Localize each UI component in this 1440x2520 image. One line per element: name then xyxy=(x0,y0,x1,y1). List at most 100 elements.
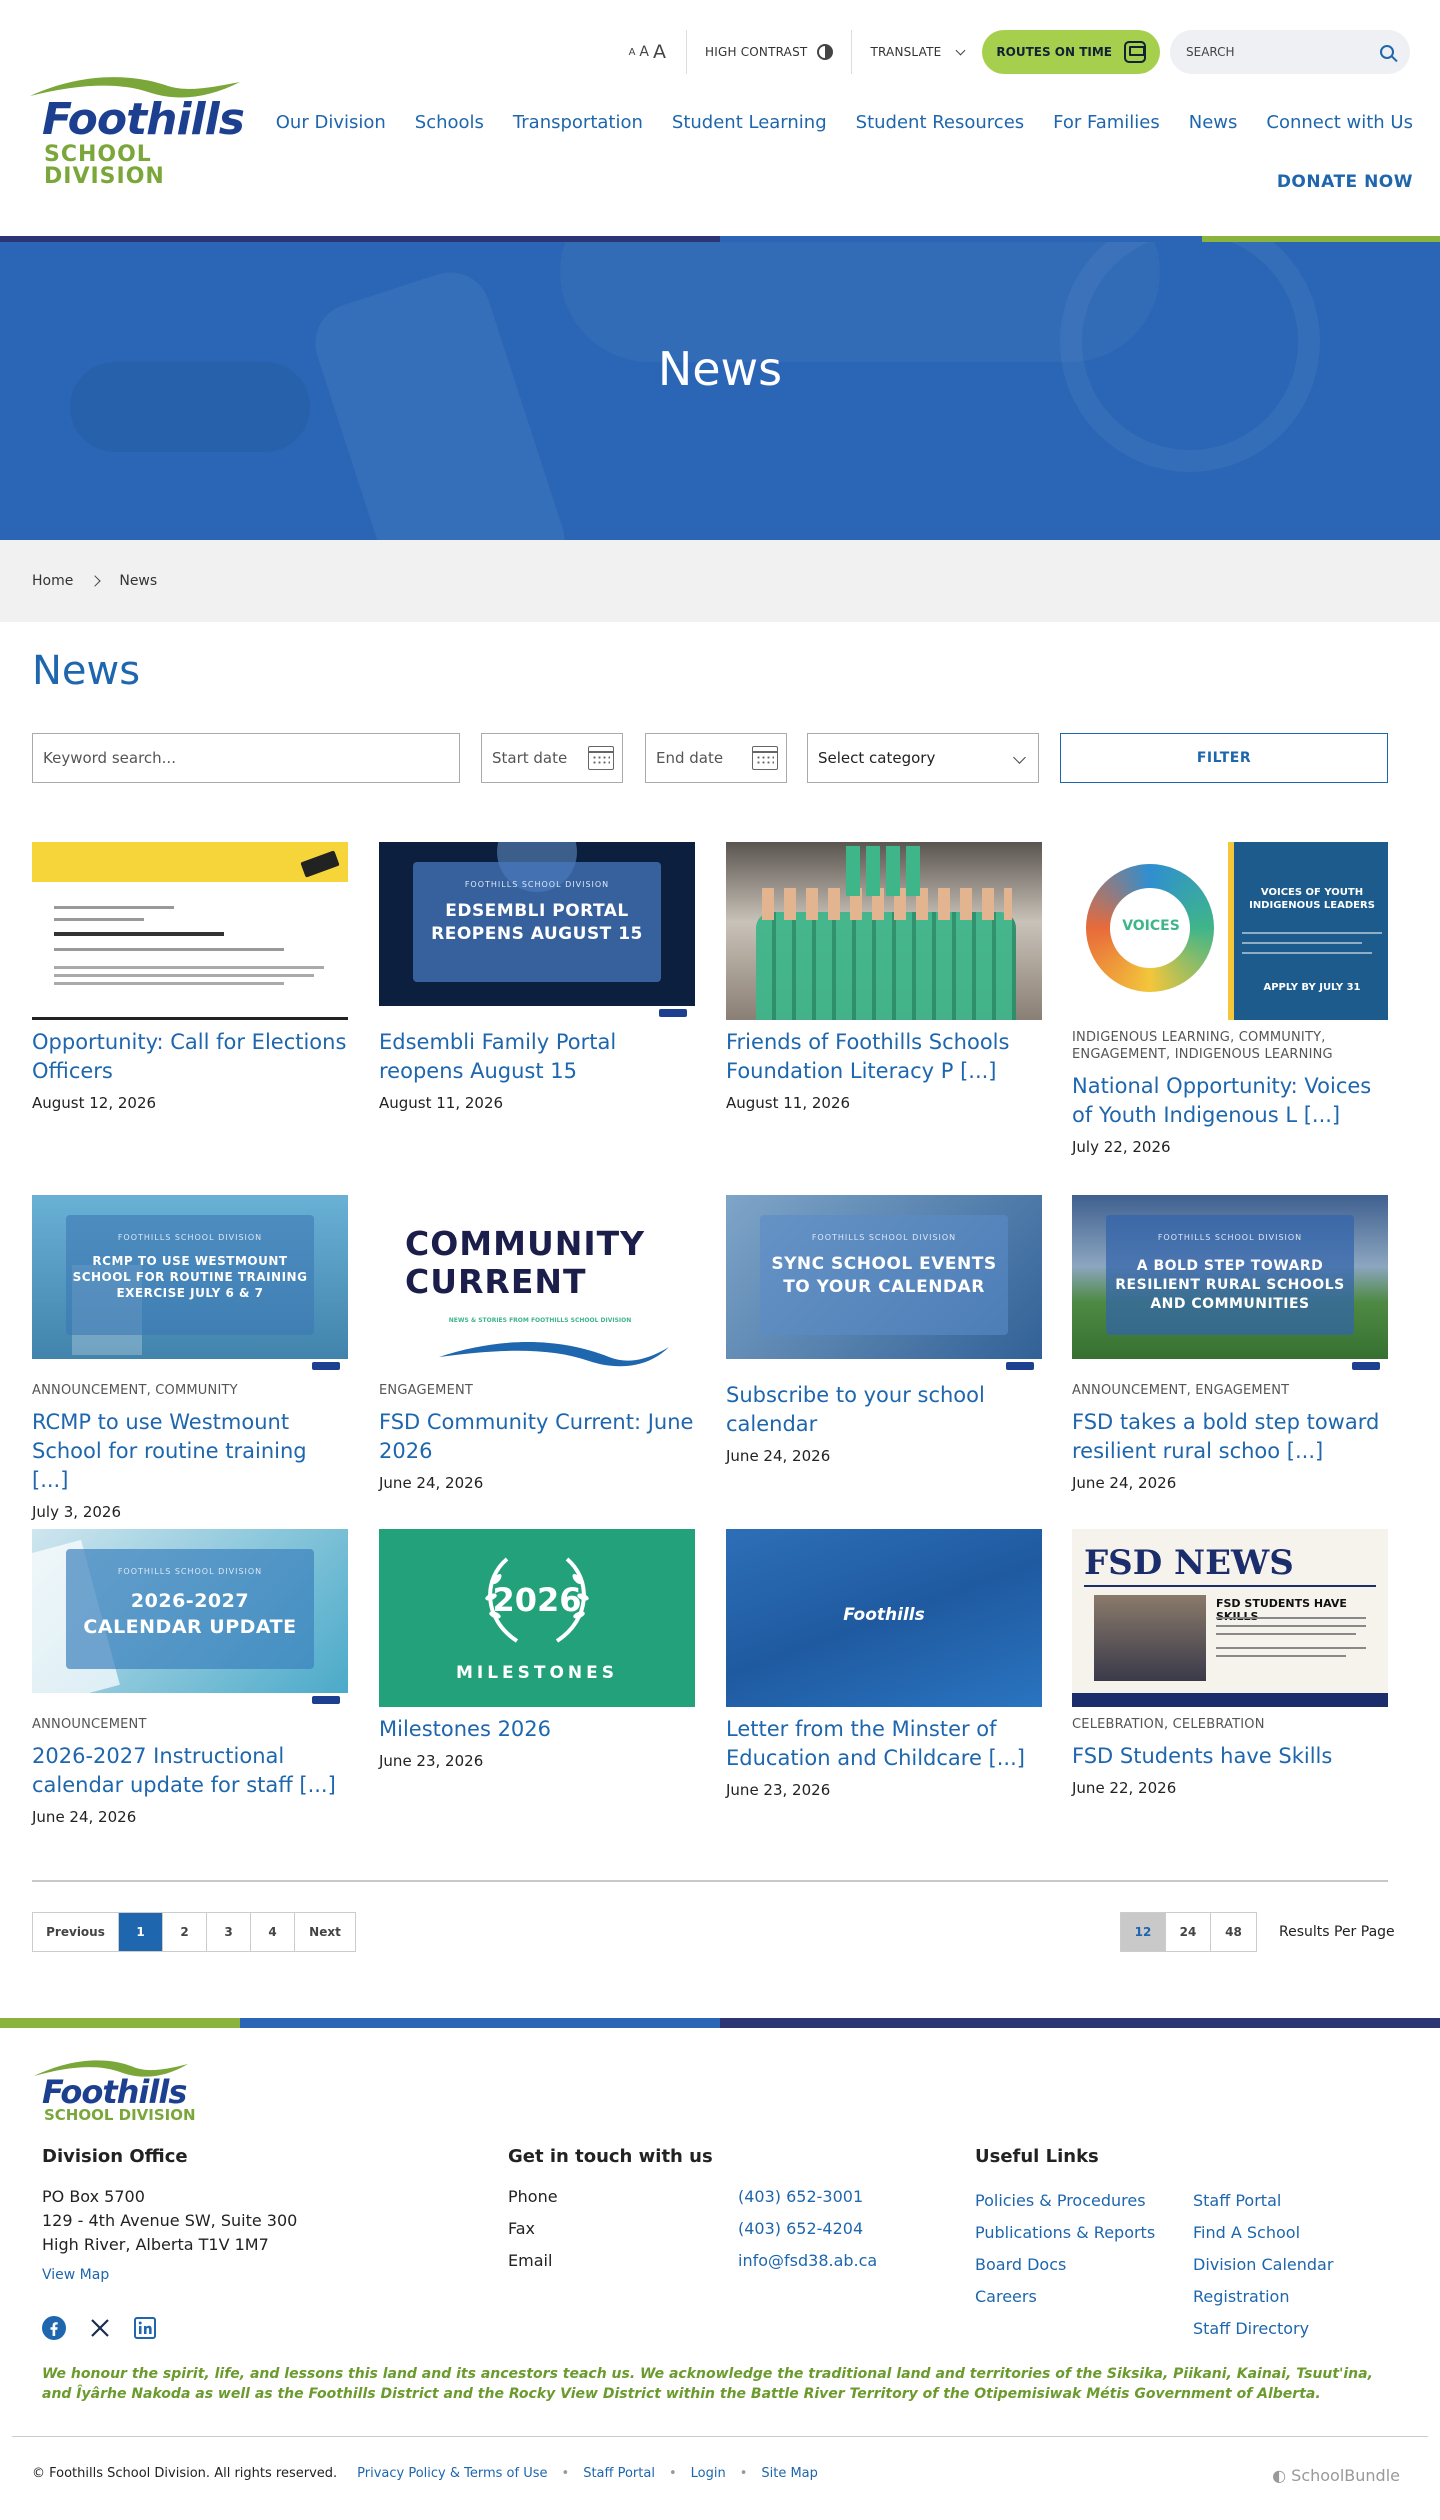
schoolbundle-brand[interactable]: ◐ SchoolBundle xyxy=(1272,2466,1400,2485)
news-thumbnail[interactable]: FOOTHILLS SCHOOL DIVISION 2026-2027 CALE… xyxy=(32,1529,348,1707)
news-title[interactable]: FSD takes a bold step toward resilient r… xyxy=(1072,1408,1388,1466)
news-title[interactable]: Subscribe to your school calendar xyxy=(726,1381,1042,1439)
news-title[interactable]: Opportunity: Call for Elections Officers xyxy=(32,1028,348,1086)
per-page-option[interactable]: 48 xyxy=(1211,1913,1256,1951)
phone-link[interactable]: (403) 652-3001 xyxy=(738,2185,863,2209)
news-photo[interactable] xyxy=(726,842,1042,1020)
login-link[interactable]: Login xyxy=(691,2466,726,2481)
font-large-button[interactable]: A xyxy=(653,41,666,63)
chevron-right-icon xyxy=(89,575,102,587)
end-date-input[interactable]: End date xyxy=(645,733,787,783)
view-map-link[interactable]: View Map xyxy=(42,2263,297,2287)
news-title[interactable]: 2026-2027 Instructional calendar update … xyxy=(32,1742,348,1800)
news-card[interactable]: FOOTHILLS SCHOOL DIVISION A BOLD STEP TO… xyxy=(1072,1195,1388,1492)
news-thumbnail[interactable]: FSD NEWS FSD STUDENTS HAVE SKILLS xyxy=(1072,1529,1388,1707)
news-title[interactable]: Edsembli Family Portal reopens August 15 xyxy=(379,1028,695,1086)
news-thumbnail[interactable]: FOOTHILLS SCHOOL DIVISION A BOLD STEP TO… xyxy=(1072,1195,1388,1373)
news-title[interactable]: FSD Students have Skills xyxy=(1072,1742,1388,1771)
nav-our-division[interactable]: Our Division xyxy=(276,112,386,133)
news-card[interactable]: Friends of Foothills Schools Foundation … xyxy=(726,842,1042,1112)
news-title[interactable]: National Opportunity: Voices of Youth In… xyxy=(1072,1072,1388,1130)
keyword-placeholder: Keyword search... xyxy=(43,749,176,767)
news-thumbnail[interactable]: FOOTHILLS SCHOOL DIVISION RCMP TO USE WE… xyxy=(32,1195,348,1373)
site-map-link[interactable]: Site Map xyxy=(761,2466,818,2481)
keyword-search-input[interactable]: Keyword search... xyxy=(32,733,460,783)
facebook-icon[interactable] xyxy=(42,2316,66,2344)
news-thumbnail[interactable] xyxy=(32,842,348,1020)
news-title[interactable]: RCMP to use Westmount School for routine… xyxy=(32,1408,348,1495)
privacy-policy-link[interactable]: Privacy Policy & Terms of Use xyxy=(357,2466,547,2481)
footer-link-policies[interactable]: Policies & Procedures xyxy=(975,2185,1193,2217)
thumb-headline: RCMP TO USE WESTMOUNT SCHOOL FOR ROUTINE… xyxy=(72,1254,308,1301)
nav-news[interactable]: News xyxy=(1189,112,1238,133)
per-page-option[interactable]: 12 xyxy=(1121,1913,1166,1951)
nav-transportation[interactable]: Transportation xyxy=(513,112,643,133)
news-card[interactable]: 2026 MILESTONES Milestones 2026 June 23,… xyxy=(379,1529,695,1770)
font-small-button[interactable]: A xyxy=(629,47,636,58)
nav-student-resources[interactable]: Student Resources xyxy=(856,112,1025,133)
news-thumbnail[interactable]: FOOTHILLS SCHOOL DIVISION SYNC SCHOOL EV… xyxy=(726,1195,1042,1373)
footer-link-careers[interactable]: Careers xyxy=(975,2281,1193,2313)
x-twitter-icon[interactable] xyxy=(90,2318,110,2342)
filter-button[interactable]: FILTER xyxy=(1060,733,1388,783)
next-page-button[interactable]: Next xyxy=(295,1913,355,1951)
nav-connect[interactable]: Connect with Us xyxy=(1266,112,1413,133)
high-contrast-toggle[interactable]: HIGH CONTRAST xyxy=(687,30,853,74)
news-card[interactable]: VOICES VOICES OF YOUTH INDIGENOUS LEADER… xyxy=(1072,842,1388,1156)
previous-page-button[interactable]: Previous xyxy=(33,1913,119,1951)
fax-link[interactable]: (403) 652-4204 xyxy=(738,2217,863,2241)
translate-dropdown[interactable]: TRANSLATE xyxy=(852,30,982,74)
news-card[interactable]: FOOTHILLS SCHOOL DIVISION RCMP TO USE WE… xyxy=(32,1195,348,1521)
news-thumbnail[interactable]: COMMUNITY CURRENT NEWS & STORIES FROM FO… xyxy=(379,1195,695,1373)
footer-link-publications[interactable]: Publications & Reports xyxy=(975,2217,1193,2249)
start-date-input[interactable]: Start date xyxy=(481,733,623,783)
copyright: © Foothills School Division. All rights … xyxy=(32,2466,338,2481)
end-date-placeholder: End date xyxy=(656,749,724,767)
site-logo[interactable]: Foothills SCHOOL DIVISION xyxy=(28,68,268,188)
news-thumbnail[interactable]: FOOTHILLS SCHOOL DIVISION EDSEMBLI PORTA… xyxy=(379,842,695,1020)
news-thumbnail[interactable]: 2026 MILESTONES xyxy=(379,1529,695,1707)
calendar-icon[interactable] xyxy=(752,746,778,770)
footer-link-board-docs[interactable]: Board Docs xyxy=(975,2249,1193,2281)
donate-now-link[interactable]: DONATE NOW xyxy=(1277,172,1413,192)
page-button[interactable]: 2 xyxy=(163,1913,207,1951)
category-select[interactable]: Select category xyxy=(807,733,1039,783)
news-title[interactable]: Milestones 2026 xyxy=(379,1715,695,1744)
news-card[interactable]: Opportunity: Call for Elections Officers… xyxy=(32,842,348,1112)
news-card[interactable]: FOOTHILLS SCHOOL DIVISION EDSEMBLI PORTA… xyxy=(379,842,695,1112)
breadcrumb-home[interactable]: Home xyxy=(32,573,73,589)
news-card[interactable]: Foothills Letter from the Minster of Edu… xyxy=(726,1529,1042,1799)
routes-label: ROUTES ON TIME xyxy=(996,45,1112,59)
thumb-headline: A BOLD STEP TOWARD RESILIENT RURAL SCHOO… xyxy=(1115,1258,1345,1312)
staff-portal-link[interactable]: Staff Portal xyxy=(583,2466,655,2481)
nav-student-learning[interactable]: Student Learning xyxy=(672,112,827,133)
email-link[interactable]: info@fsd38.ab.ca xyxy=(738,2249,877,2273)
news-title[interactable]: Friends of Foothills Schools Foundation … xyxy=(726,1028,1042,1086)
news-card[interactable]: COMMUNITY CURRENT NEWS & STORIES FROM FO… xyxy=(379,1195,695,1492)
search-input[interactable]: SEARCH xyxy=(1170,30,1410,74)
news-thumbnail[interactable]: VOICES VOICES OF YOUTH INDIGENOUS LEADER… xyxy=(1072,842,1388,1020)
linkedin-icon[interactable] xyxy=(134,2317,156,2343)
page-button[interactable]: 3 xyxy=(207,1913,251,1951)
news-card[interactable]: FOOTHILLS SCHOOL DIVISION SYNC SCHOOL EV… xyxy=(726,1195,1042,1465)
per-page-option[interactable]: 24 xyxy=(1166,1913,1211,1951)
footer-link-staff-portal[interactable]: Staff Portal xyxy=(1193,2185,1333,2217)
news-title[interactable]: FSD Community Current: June 2026 xyxy=(379,1408,695,1466)
footer-link-division-calendar[interactable]: Division Calendar xyxy=(1193,2249,1333,2281)
page-button[interactable]: 4 xyxy=(251,1913,295,1951)
footer-link-staff-directory[interactable]: Staff Directory xyxy=(1193,2313,1333,2345)
news-card[interactable]: FSD NEWS FSD STUDENTS HAVE SKILLS CELEBR… xyxy=(1072,1529,1388,1797)
page-button[interactable]: 1 xyxy=(119,1913,163,1951)
news-title[interactable]: Letter from the Minster of Education and… xyxy=(726,1715,1042,1773)
footer-link-find-school[interactable]: Find A School xyxy=(1193,2217,1333,2249)
news-card[interactable]: FOOTHILLS SCHOOL DIVISION 2026-2027 CALE… xyxy=(32,1529,348,1826)
news-thumbnail[interactable]: Foothills xyxy=(726,1529,1042,1707)
search-icon[interactable] xyxy=(1380,45,1394,59)
footer-logo[interactable]: Foothills SCHOOL DIVISION xyxy=(32,2054,212,2123)
font-medium-button[interactable]: A xyxy=(639,44,649,60)
nav-schools[interactable]: Schools xyxy=(415,112,484,133)
footer-link-registration[interactable]: Registration xyxy=(1193,2281,1333,2313)
nav-for-families[interactable]: For Families xyxy=(1053,112,1160,133)
routes-on-time-button[interactable]: ROUTES ON TIME xyxy=(982,30,1160,74)
calendar-icon[interactable] xyxy=(588,746,614,770)
